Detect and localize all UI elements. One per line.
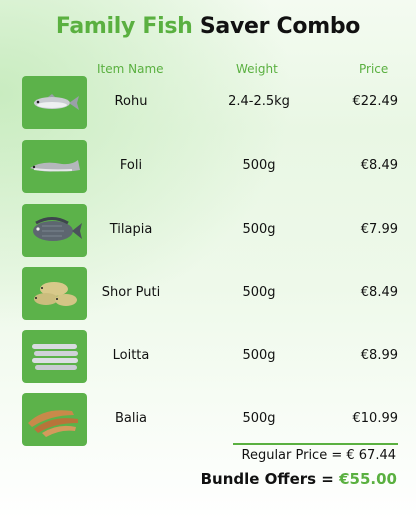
rohu-fish-icon bbox=[22, 76, 87, 129]
item-price: €8.99 bbox=[360, 348, 398, 363]
title-part-1: Family Fish bbox=[55, 14, 193, 39]
foli-fish-icon bbox=[22, 140, 87, 193]
item-price: €7.99 bbox=[360, 222, 398, 237]
regular-price-value: € 67.44 bbox=[346, 448, 396, 463]
column-header-price: Price bbox=[359, 62, 389, 76]
item-name: Rohu bbox=[114, 94, 148, 109]
regular-price-label: Regular Price = bbox=[241, 448, 343, 463]
item-name: Loitta bbox=[112, 348, 150, 363]
table-row: Tilapia 500g €7.99 bbox=[0, 204, 416, 257]
item-price: €22.49 bbox=[352, 94, 399, 109]
column-header-name: Item Name bbox=[97, 62, 164, 76]
puti-fish-icon bbox=[22, 267, 87, 320]
item-weight: 500g bbox=[242, 411, 276, 426]
item-name: Balia bbox=[114, 411, 148, 426]
bundle-offer-value: €55.00 bbox=[339, 470, 397, 488]
item-price: €10.99 bbox=[352, 411, 399, 426]
bundle-offer: Bundle Offers = €55.00 bbox=[201, 470, 397, 488]
item-weight: 500g bbox=[242, 348, 276, 363]
item-price: €8.49 bbox=[360, 285, 398, 300]
loitta-fish-icon bbox=[22, 330, 87, 383]
column-header-weight: Weight bbox=[236, 62, 278, 76]
page-title: Family Fish Saver Combo bbox=[0, 14, 416, 39]
table-row: Rohu 2.4-2.5kg €22.49 bbox=[0, 76, 416, 129]
item-name: Tilapia bbox=[109, 222, 153, 237]
item-weight: 500g bbox=[242, 222, 276, 237]
tilapia-fish-icon bbox=[22, 204, 87, 257]
table-row: Loitta 500g €8.99 bbox=[0, 330, 416, 383]
title-part-2: Saver Combo bbox=[199, 14, 361, 39]
item-price: €8.49 bbox=[360, 158, 398, 173]
balia-fish-icon bbox=[22, 393, 87, 446]
regular-price: Regular Price = € 67.44 bbox=[242, 448, 397, 463]
item-name: Foli bbox=[119, 158, 143, 173]
table-row: Balia 500g €10.99 bbox=[0, 393, 416, 446]
item-weight: 2.4-2.5kg bbox=[228, 94, 290, 109]
summary-divider bbox=[233, 443, 398, 445]
bundle-offer-label: Bundle Offers = bbox=[200, 470, 334, 488]
table-row: Foli 500g €8.49 bbox=[0, 140, 416, 193]
table-row: Shor Puti 500g €8.49 bbox=[0, 267, 416, 320]
item-weight: 500g bbox=[242, 285, 276, 300]
item-weight: 500g bbox=[242, 158, 276, 173]
item-name: Shor Puti bbox=[101, 285, 161, 300]
